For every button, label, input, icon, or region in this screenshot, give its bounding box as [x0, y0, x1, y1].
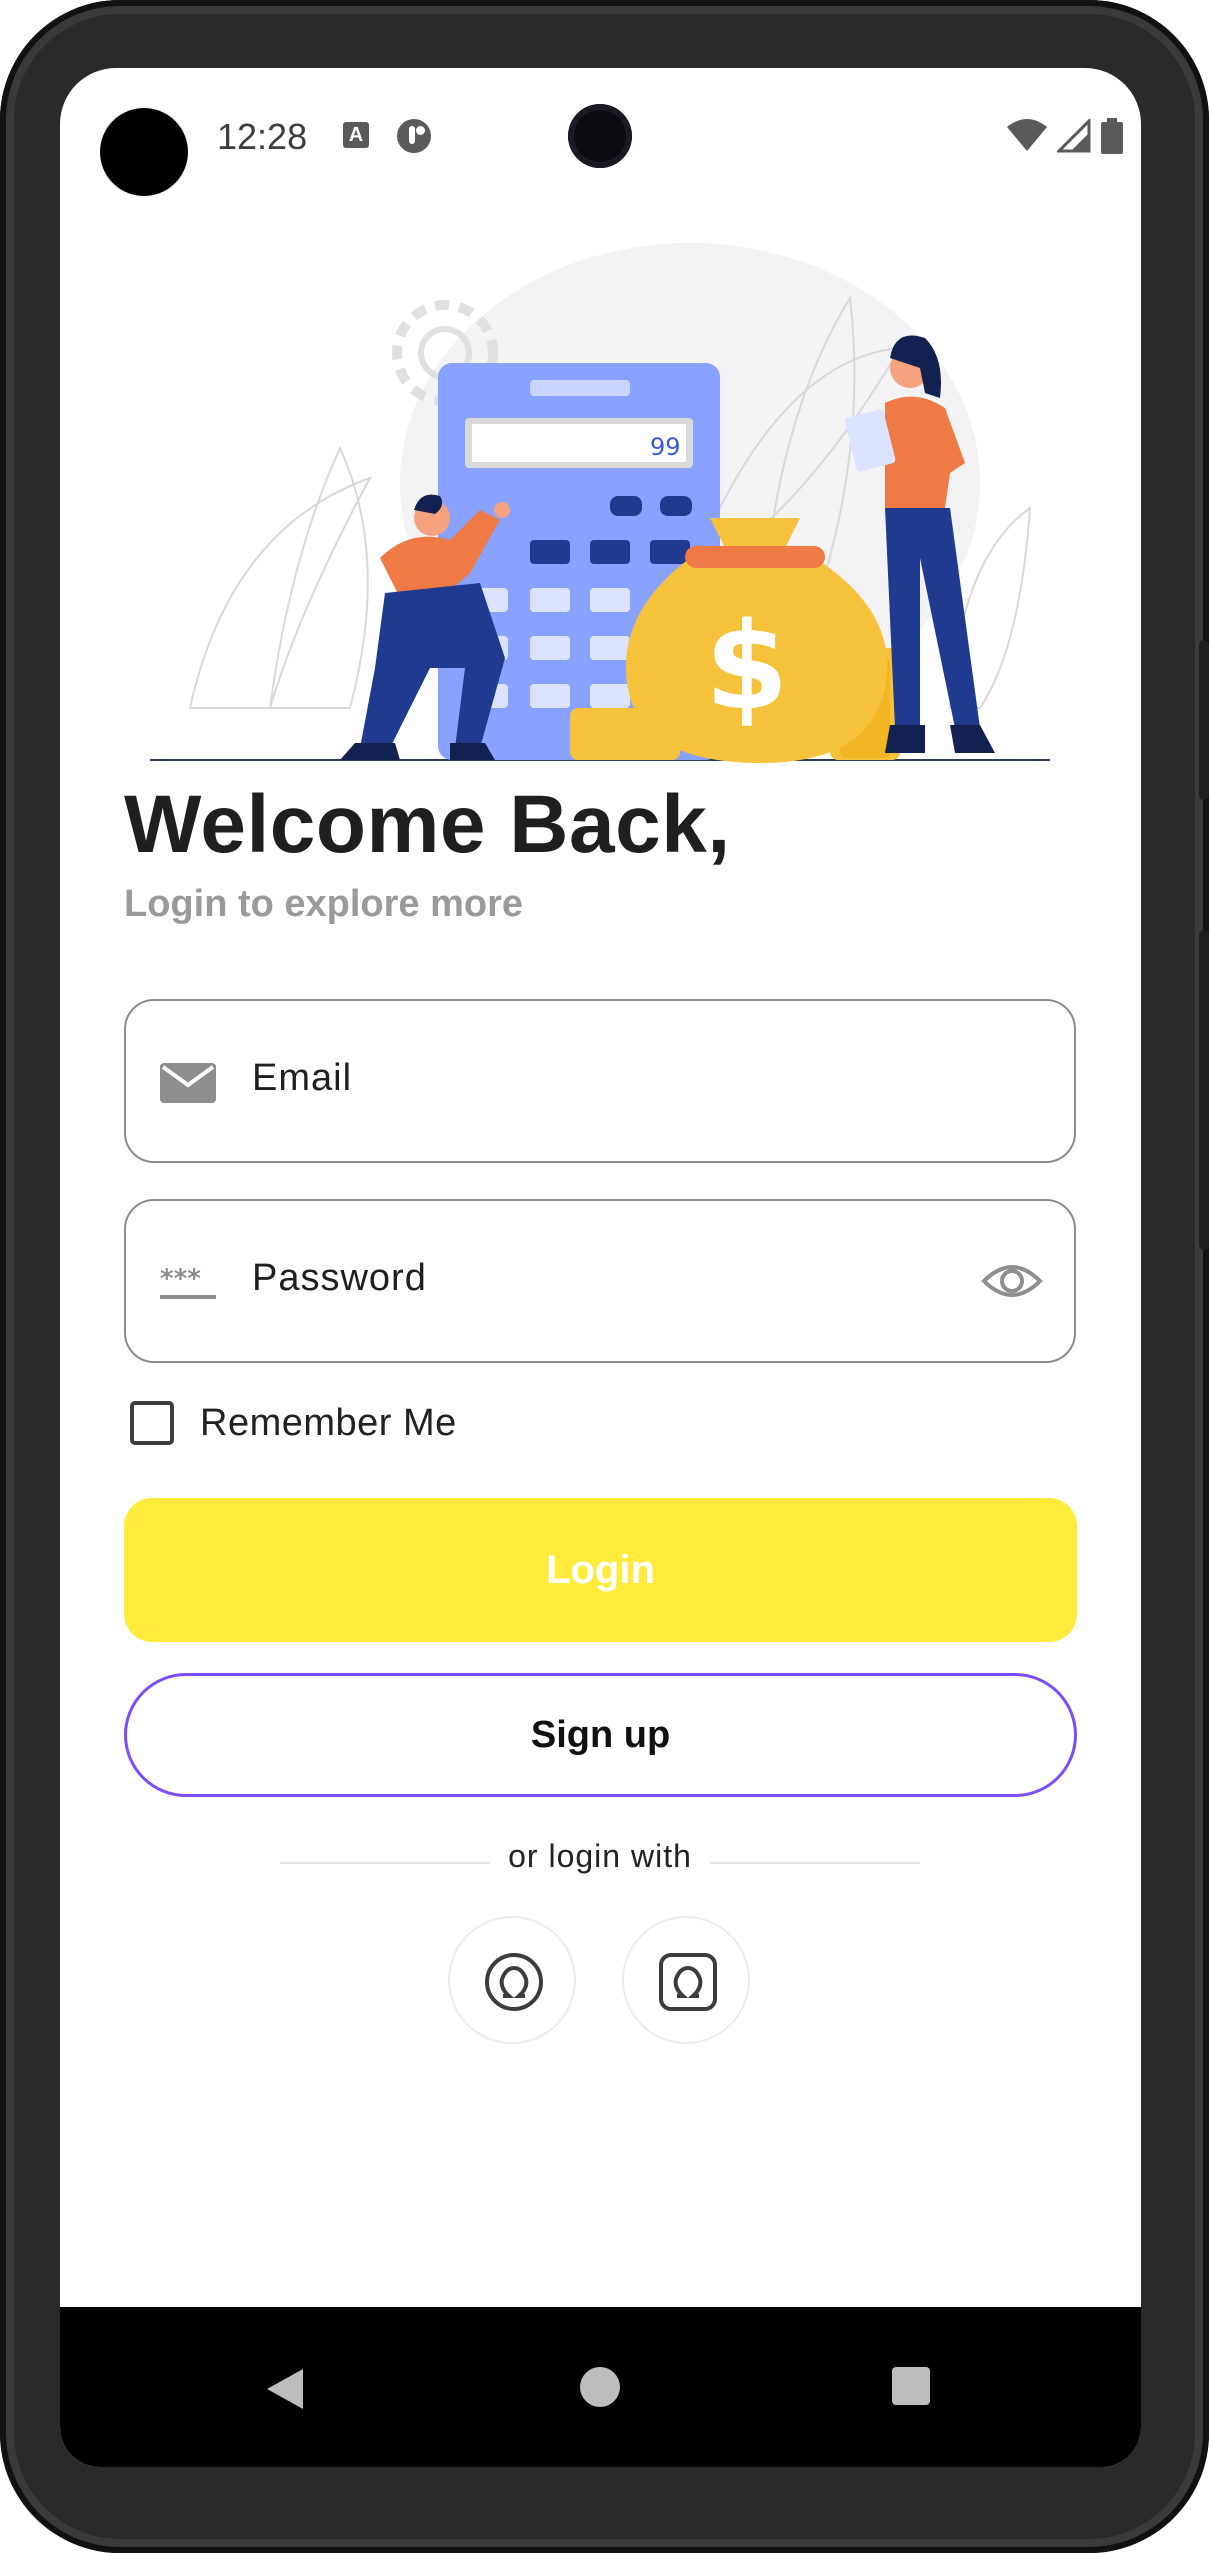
page-subtitle: Login to explore more	[124, 883, 524, 925]
password-dots-icon: ***	[160, 1264, 216, 1299]
omega-square-icon	[659, 1953, 717, 2011]
status-avatar-dot	[100, 108, 188, 196]
password-label: Password	[252, 1257, 427, 1299]
app-b-icon	[397, 119, 431, 153]
back-icon[interactable]	[265, 2367, 305, 2411]
front-camera	[568, 104, 632, 168]
password-field[interactable]: *** Password	[124, 1199, 1076, 1363]
or-login-with-text: or login with	[508, 1838, 692, 1874]
recents-icon[interactable]	[892, 2367, 930, 2405]
device-frame: 12:28 A 99 $ Welcome Back, Login to expl…	[0, 0, 1209, 2553]
email-field[interactable]: Email	[124, 999, 1076, 1163]
eye-icon[interactable]	[980, 1253, 1044, 1309]
battery-icon	[1101, 118, 1123, 154]
signal-icon	[1057, 119, 1091, 153]
omega-circle-icon	[485, 1953, 543, 2011]
system-icons	[1007, 118, 1123, 154]
app-a-icon: A	[343, 122, 369, 148]
mail-icon	[160, 1063, 216, 1103]
power-button	[1199, 640, 1209, 800]
wifi-icon	[1007, 119, 1047, 151]
page-title: Welcome Back,	[124, 779, 731, 870]
divider-line-right	[710, 1862, 920, 1864]
home-icon[interactable]	[580, 2367, 620, 2407]
login-button[interactable]: Login	[124, 1498, 1077, 1642]
social-login-button-2[interactable]	[622, 1916, 750, 2044]
status-time: 12:28	[217, 116, 308, 157]
hero-illustration: 99 $	[150, 243, 1050, 763]
remember-me-checkbox[interactable]	[130, 1401, 174, 1445]
social-login-button-1[interactable]	[448, 1916, 576, 2044]
status-bar: 12:28 A	[60, 68, 1141, 208]
remember-me-label: Remember Me	[200, 1401, 457, 1444]
remember-me-row[interactable]: Remember Me	[128, 1393, 457, 1453]
or-login-with-divider: or login with	[280, 1838, 920, 1888]
screen: 12:28 A 99 $ Welcome Back, Login to expl…	[60, 68, 1141, 2467]
volume-button	[1199, 930, 1209, 1250]
calculator-display: 99	[650, 433, 681, 461]
bag-dollar-symbol: $	[705, 598, 789, 737]
system-nav-bar	[60, 2307, 1141, 2467]
email-label: Email	[252, 1057, 353, 1099]
signup-button[interactable]: Sign up	[124, 1673, 1077, 1797]
svg-text:***: ***	[160, 1264, 201, 1294]
